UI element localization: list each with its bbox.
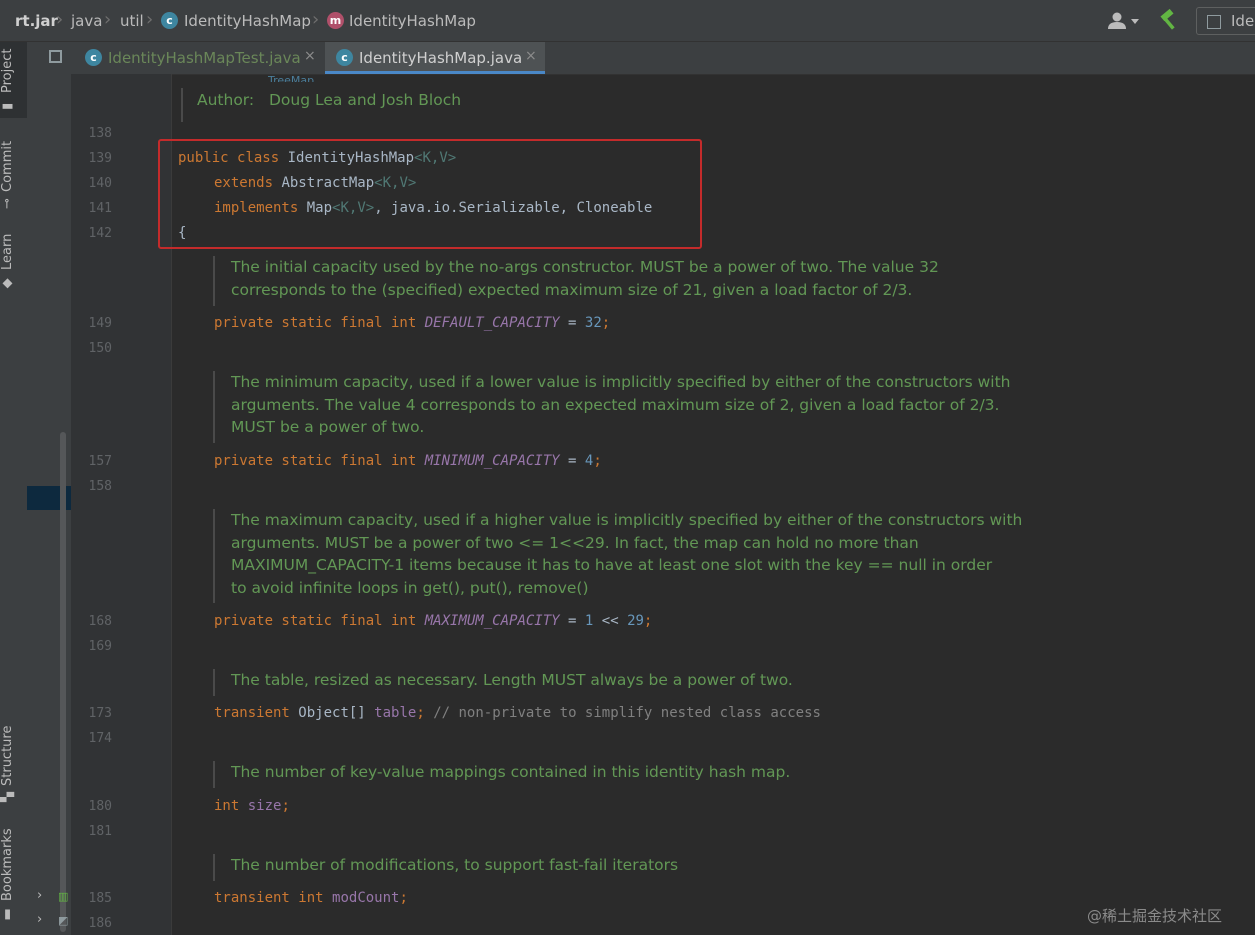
line-number: 140 [88, 176, 112, 191]
breadcrumb-class[interactable]: IdentityHashMap [184, 12, 311, 30]
line-number: 158 [88, 479, 112, 494]
tab-list-button[interactable] [44, 42, 71, 74]
line-number: 180 [88, 799, 112, 814]
line-number: 186 [88, 916, 112, 931]
learn-icon: ◆ [0, 275, 15, 291]
run-config-icon [1207, 15, 1221, 29]
doc-author-value: Doug Lea and Josh Bloch [269, 91, 462, 109]
editor-tab-bar: c IdentityHashMapTest.java × c IdentityH… [44, 42, 1255, 75]
breadcrumb-method[interactable]: IdentityHashMap [349, 12, 476, 30]
code-line-mod-count[interactable]: transient int modCount; [214, 890, 408, 906]
breadcrumb-util[interactable]: util [120, 12, 144, 30]
tool-window-bookmarks[interactable]: ▮Bookmarks [0, 824, 27, 924]
line-number: 157 [88, 454, 112, 469]
doc-link-fragment: TreeMap [268, 74, 315, 82]
navigation-bar: rt.jar › java › util › c IdentityHashMap… [0, 0, 1255, 42]
chevron-right-icon[interactable]: › [37, 888, 42, 903]
doc-mod-count: The number of modifications, to support … [213, 854, 678, 881]
bookmark-icon: ▮ [0, 906, 15, 922]
doc-author-key: Author: [197, 91, 255, 109]
breadcrumb-java[interactable]: java [71, 12, 102, 30]
line-number: 169 [88, 639, 112, 654]
tab-identityhashmap[interactable]: c IdentityHashMap.java × [325, 42, 545, 74]
scratches-icon: ◩ [58, 914, 69, 927]
line-number: 150 [88, 341, 112, 356]
highlight-box [158, 139, 702, 249]
line-number: 149 [88, 316, 112, 331]
line-number: 139 [88, 151, 112, 166]
line-number: 185 [88, 891, 112, 906]
doc-minimum-capacity: The minimum capacity, used if a lower va… [213, 371, 1011, 443]
breadcrumb-separator: › [146, 9, 154, 30]
tool-window-learn[interactable]: ◆Learn [0, 228, 27, 294]
run-configuration-selector[interactable]: Ide [1196, 7, 1255, 35]
project-scrollbar[interactable] [60, 432, 66, 932]
class-icon: c [161, 12, 178, 29]
tool-window-project[interactable]: ▬Project [0, 42, 27, 118]
line-number: 174 [88, 731, 112, 746]
chevron-right-icon[interactable]: › [37, 912, 42, 927]
close-icon[interactable]: × [304, 48, 316, 64]
breadcrumb-rt-jar[interactable]: rt.jar [15, 12, 58, 30]
code-line-table[interactable]: transient Object[] table; // non-private… [214, 705, 821, 721]
method-icon: m [327, 12, 344, 29]
hammer-icon[interactable] [1158, 8, 1180, 32]
class-icon: c [85, 49, 102, 66]
tab-identityhashmaptest[interactable]: c IdentityHashMapTest.java × [71, 42, 323, 74]
library-icon: ▥ [58, 890, 69, 903]
commit-icon: ⊸ [0, 198, 15, 209]
left-tool-window-strip: ▬Project ⊸Commit ◆Learn ▚Structure ▮Book… [0, 42, 28, 935]
project-panel: › ▥ › ◩ [27, 42, 71, 935]
tool-window-structure[interactable]: ▚Structure [0, 718, 27, 808]
line-number: 141 [88, 201, 112, 216]
watermark: @稀土掘金技术社区 [1087, 907, 1223, 925]
user-menu-button[interactable] [1105, 10, 1143, 32]
window-icon [49, 50, 62, 63]
user-icon [1108, 12, 1139, 29]
doc-default-capacity: The initial capacity used by the no-args… [213, 256, 939, 306]
line-number: 142 [88, 226, 112, 241]
breadcrumb-separator: › [312, 9, 320, 30]
code-line-size[interactable]: int size; [214, 798, 290, 814]
line-number: 181 [88, 824, 112, 839]
code-line-default-capacity[interactable]: private static final int DEFAULT_CAPACIT… [214, 315, 610, 331]
doc-table: The table, resized as necessary. Length … [213, 669, 793, 696]
doc-author-block: Author: Doug Lea and Josh Bloch [181, 88, 603, 122]
code-line-maximum-capacity[interactable]: private static final int MAXIMUM_CAPACIT… [214, 613, 652, 629]
code-line-minimum-capacity[interactable]: private static final int MINIMUM_CAPACIT… [214, 453, 602, 469]
doc-maximum-capacity: The maximum capacity, used if a higher v… [213, 509, 1022, 603]
breadcrumb-separator: › [104, 9, 112, 30]
class-icon: c [336, 49, 353, 66]
doc-size: The number of key-value mappings contain… [213, 761, 790, 788]
tool-window-commit[interactable]: ⊸Commit [0, 134, 27, 214]
breadcrumb-separator: › [56, 9, 64, 30]
line-number: 168 [88, 614, 112, 629]
structure-icon: ▚ [0, 792, 15, 803]
folder-icon: ▬ [0, 98, 15, 114]
close-icon[interactable]: × [525, 48, 537, 64]
line-number: 173 [88, 706, 112, 721]
line-number: 138 [88, 126, 112, 141]
